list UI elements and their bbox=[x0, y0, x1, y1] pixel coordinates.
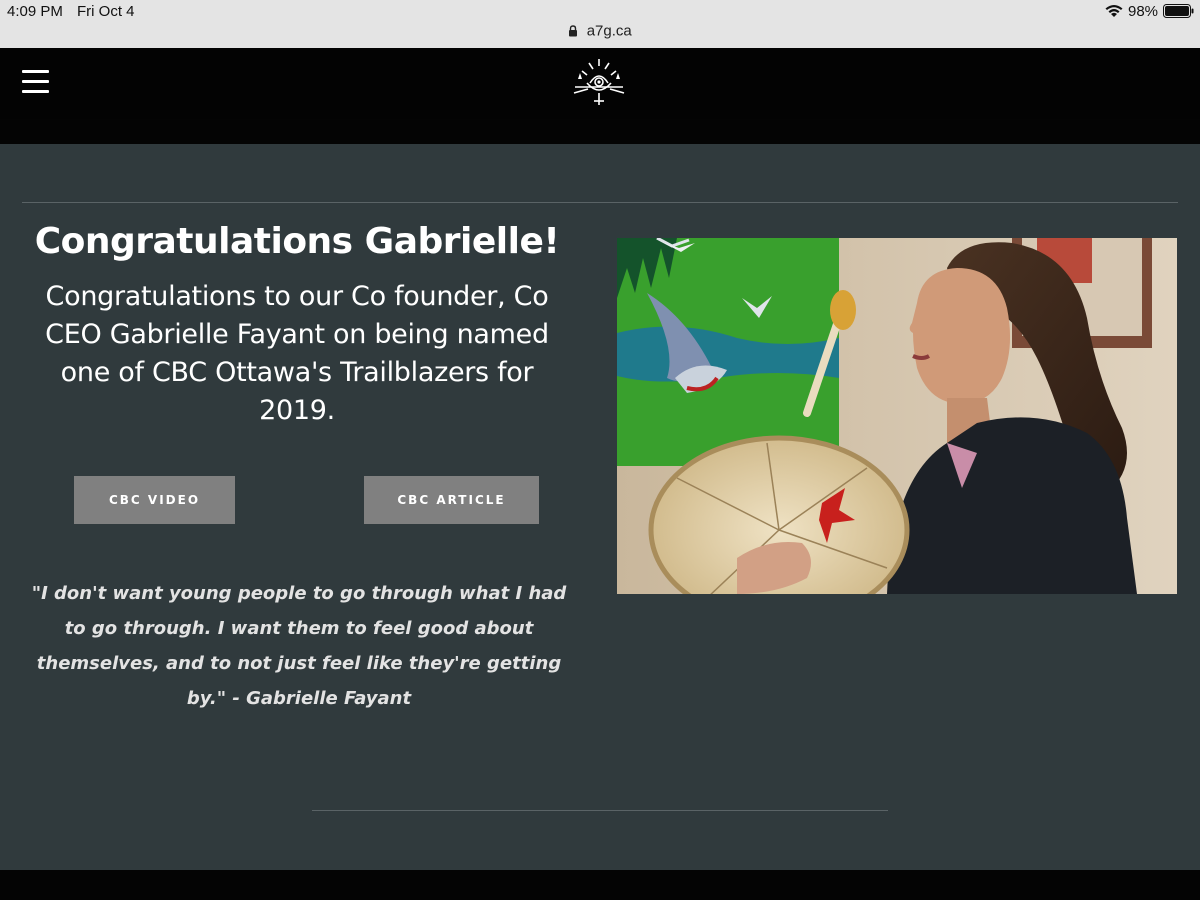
cbc-video-button[interactable]: CBC VIDEO bbox=[74, 476, 235, 524]
footer-bar bbox=[0, 870, 1200, 900]
intro-paragraph: Congratulations to our Co founder, Co CE… bbox=[45, 281, 549, 426]
url-text: a7g.ca bbox=[586, 22, 632, 40]
header-divider-strip bbox=[0, 119, 1200, 144]
text-column: Congratulations Gabrielle! Congratulatio… bbox=[22, 214, 572, 430]
main-content: Congratulations Gabrielle! Congratulatio… bbox=[0, 144, 1200, 870]
page-title: Congratulations Gabrielle! bbox=[34, 221, 560, 262]
wifi-icon bbox=[1105, 5, 1123, 17]
section-divider bbox=[312, 810, 888, 811]
menu-icon-bar bbox=[22, 70, 49, 73]
menu-icon-bar bbox=[22, 90, 49, 93]
status-date: Fri Oct 4 bbox=[77, 3, 135, 20]
menu-button[interactable] bbox=[22, 70, 50, 96]
section-divider bbox=[22, 202, 1178, 203]
cbc-article-button[interactable]: CBC ARTICLE bbox=[364, 476, 539, 524]
address-bar[interactable]: a7g.ca bbox=[0, 22, 1200, 44]
quote-text: "I don't want young people to go through… bbox=[31, 583, 567, 709]
site-header bbox=[0, 48, 1200, 119]
battery-icon bbox=[1163, 4, 1194, 18]
menu-icon-bar bbox=[22, 80, 49, 83]
battery-percentage: 98% bbox=[1128, 3, 1159, 20]
featured-photo bbox=[617, 238, 1177, 594]
status-time: 4:09 PM bbox=[7, 3, 63, 20]
site-logo[interactable] bbox=[570, 57, 628, 107]
status-bar: 4:09 PM Fri Oct 4 98% a7g.ca bbox=[0, 0, 1200, 48]
lock-icon bbox=[569, 25, 578, 37]
